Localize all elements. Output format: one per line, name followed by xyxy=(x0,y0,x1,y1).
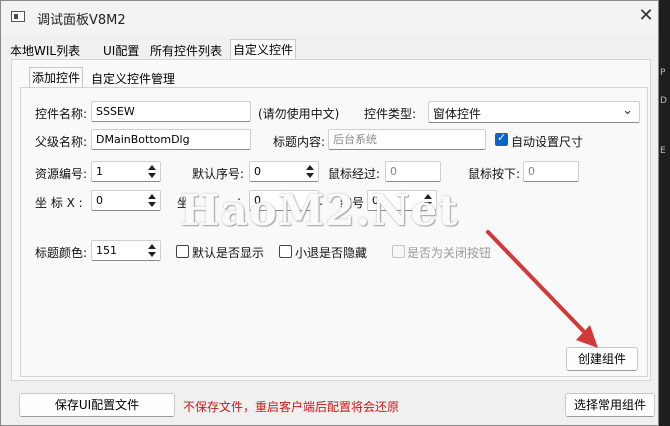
watermark: HaoM2.Net xyxy=(180,186,459,235)
arrow-shaft xyxy=(486,230,594,342)
